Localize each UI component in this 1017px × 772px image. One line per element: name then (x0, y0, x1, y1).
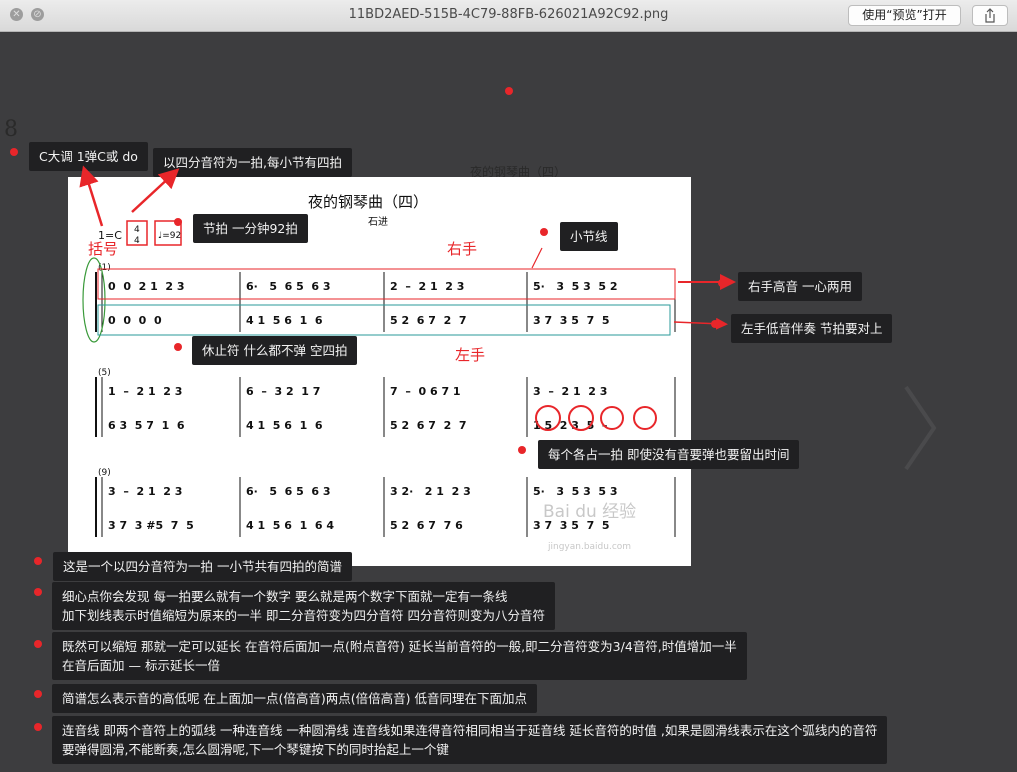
right-hand-measure: 6 – 3 2 1 7 (246, 385, 320, 398)
annotation-summary-2-line1: 细心点你会发现 每一拍要么就有一个数字 要么就是两个数字下面就一定有一条线 (62, 589, 508, 604)
annotation-summary-2-line2: 加下划线表示时值缩短为原来的一半 即二分音符变为四分音符 四分音符则变为八分音符 (62, 608, 545, 623)
left-hand-measure: 3 7 3 5 7 5 (533, 314, 610, 327)
left-hand-measure: 5 2 6 7 7 6 (390, 519, 463, 532)
next-page-chevron-icon[interactable] (900, 383, 940, 473)
annotation-rest: 休止符 什么都不弹 空四拍 (192, 336, 358, 365)
left-hand-measure: 4 1 5 6 1 6 (246, 419, 323, 432)
right-hand-measure: 2 – 2 1 2 3 (390, 280, 464, 293)
left-hand-measure: 4 1 5 6 1 6 4 (246, 519, 334, 532)
share-icon (985, 8, 995, 23)
annotation-summary-4: 简谱怎么表示音的高低呢 在上面加一点(倍高音)两点(倍倍高音) 低音同理在下面加… (52, 684, 537, 713)
marker-dot (10, 148, 18, 156)
annotation-barline: 小节线 (560, 222, 618, 251)
tempo-marking: ♩=92 (158, 231, 181, 241)
left-hand-measure: 5 2 6 7 2 7 (390, 314, 467, 327)
watermark-url: jingyan.baidu.com (547, 542, 631, 552)
right-hand-measure: 1 – 2 1 2 3 (108, 385, 182, 398)
marker-dot (711, 320, 719, 328)
annotation-summary-3-line1: 既然可以缩短 那就一定可以延长 在音符后面加一点(附点音符) 延长当前音符的一般… (62, 639, 737, 654)
annotation-summary-2: 细心点你会发现 每一拍要么就有一个数字 要么就是两个数字下面就一定有一条线 加下… (52, 582, 555, 630)
left-hand-label: 左手 (455, 346, 486, 364)
annotation-beat: 以四分音符为一拍,每小节有四拍 (153, 148, 352, 177)
annotation-tempo: 节拍 一分钟92拍 (193, 214, 308, 243)
annotation-each-beat: 每个各占一拍 即使没有音要弹也要留出时间 (538, 440, 800, 469)
marker-dot (174, 218, 182, 226)
left-hand-measure: 3 7 3 #5 7 5 (108, 519, 194, 532)
right-hand-measure: 5· 3 5 3 5 2 (533, 280, 618, 293)
left-hand-measure: 0 0 0 0 (108, 314, 162, 327)
right-hand-measure: 6· 5 6 5 6 3 (246, 280, 331, 293)
score-title: 夜的钢琴曲（四） (308, 193, 428, 211)
annotation-left-hand: 左手低音伴奏 节拍要对上 (731, 314, 893, 343)
open-with-preview-button[interactable]: 使用“预览”打开 (848, 5, 961, 26)
left-hand-measure: 6 3 5 7 1 6 (108, 419, 185, 432)
right-hand-measure: 7 – 0 6 7 1 (390, 385, 461, 398)
right-hand-label: 右手 (447, 240, 478, 258)
annotation-summary-3-line2: 在音后面加 — 标示延长一倍 (62, 658, 220, 673)
marker-dot (34, 690, 42, 698)
watermark-logo: Bai du 经验 (543, 502, 636, 522)
marker-dot (34, 640, 42, 648)
right-hand-measure: 3 – 2 1 2 3 (533, 385, 607, 398)
measure-number: (9) (98, 468, 111, 478)
right-hand-measure: 3 2· 2 1 2 3 (390, 485, 471, 498)
annotation-summary-3: 既然可以缩短 那就一定可以延长 在音符后面加一点(附点音符) 延长当前音符的一般… (52, 632, 747, 680)
annotation-right-hand: 右手高音 一心两用 (738, 272, 862, 301)
annotation-summary-1: 这是一个以四分音符为一拍 一小节共有四拍的简谱 (53, 552, 352, 581)
measure-number: (5) (98, 368, 111, 378)
annotation-summary-5: 连音线 即两个音符上的弧线 一种连音线 一种圆滑线 连音线如果连得音符相同相当于… (52, 716, 888, 764)
right-hand-measure: 5· 3 5 3 5 3 (533, 485, 618, 498)
marker-dot (34, 557, 42, 565)
beat-circle (633, 406, 657, 430)
marker-dot (174, 343, 182, 351)
marker-dot (518, 446, 526, 454)
right-hand-measure: 3 – 2 1 2 3 (108, 485, 182, 498)
marker-dot (34, 723, 42, 731)
marker-dot (540, 228, 548, 236)
window-titlebar: ✕ ⊘ 11BD2AED-515B-4C79-88FB-626021A92C92… (0, 0, 1017, 32)
beat-circle (600, 406, 624, 430)
annotation-summary-5-line2: 要弹得圆滑,不能断奏,怎么圆滑呢,下一个琴键按下的同时抬起上一个键 (62, 742, 449, 757)
annotation-key: C大调 1弹C或 do (29, 142, 148, 171)
brackets-label: 括号 (88, 240, 119, 258)
left-hand-measure: 5 2 6 7 2 7 (390, 419, 467, 432)
score-composer: 石进 (368, 216, 388, 228)
background-page-number: 8 (4, 117, 18, 142)
marker-dot (505, 87, 513, 95)
marker-dot (34, 588, 42, 596)
right-hand-measure: 0 0 2 1 2 3 (108, 280, 185, 293)
right-hand-measure: 6· 5 6 5 6 3 (246, 485, 331, 498)
score-rows: (1)0 0 2 1 2 3 6· 5 6 5 6 32 – 2 1 2 3 5· … (95, 263, 676, 537)
share-button[interactable] (972, 5, 1008, 26)
marker-dot (718, 279, 726, 287)
annotation-summary-5-line1: 连音线 即两个音符上的弧线 一种连音线 一种圆滑线 连音线如果连得音符相同相当于… (62, 723, 878, 738)
time-signature-top: 4 (134, 225, 140, 235)
left-hand-measure: 4 1 5 6 1 6 (246, 314, 323, 327)
